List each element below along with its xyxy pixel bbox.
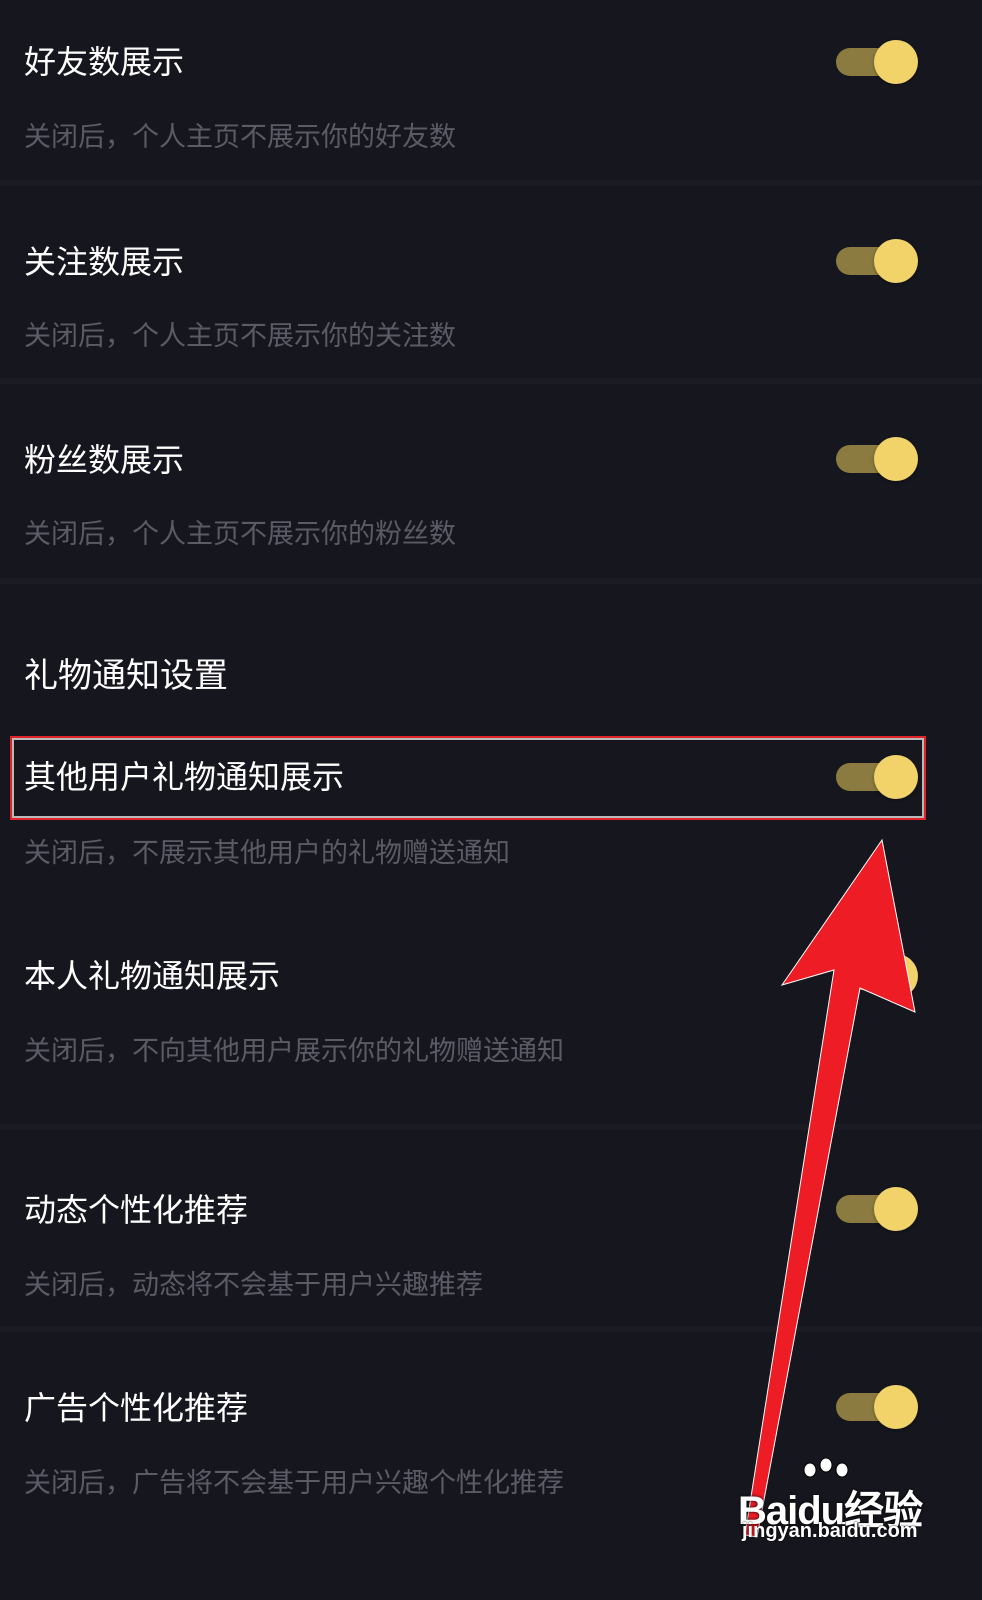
annotation-arrow-icon [744, 838, 916, 1538]
watermark-url: jingyan.baidu.com [742, 1520, 918, 1542]
watermark: Baidu经验 jingyan.baidu.com [738, 1458, 938, 1552]
